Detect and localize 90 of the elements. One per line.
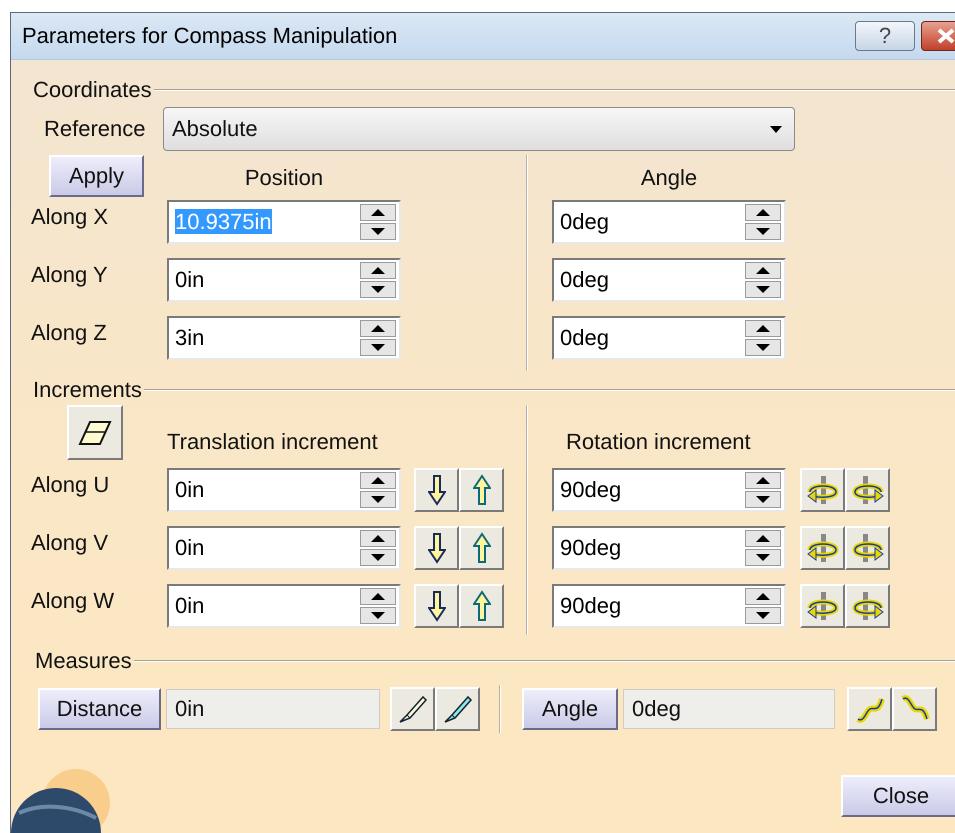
rotate-right-icon <box>850 532 884 564</box>
spin-up-button[interactable] <box>745 588 781 605</box>
up-arrow-icon <box>472 474 490 506</box>
rotate-right-icon <box>850 590 884 622</box>
rotate-right-button[interactable] <box>845 526 890 570</box>
angle-measure-button[interactable] <box>892 687 937 731</box>
rotate-left-button[interactable] <box>800 584 845 628</box>
spin-up-button[interactable] <box>745 530 781 547</box>
row-label: Along X <box>30 203 110 230</box>
spin-up-button[interactable] <box>360 588 396 605</box>
clear-button[interactable] <box>67 405 123 460</box>
distance-button[interactable]: Distance <box>38 688 161 730</box>
step-down-button[interactable] <box>414 584 459 628</box>
close-icon <box>936 28 955 44</box>
rotate-left-button[interactable] <box>800 468 845 512</box>
input-field[interactable]: 0deg <box>552 258 786 302</box>
field-label: Reference <box>44 116 147 142</box>
input-field[interactable]: 0deg <box>552 200 786 244</box>
spin-up-button[interactable] <box>745 262 781 279</box>
rotate-left-icon <box>806 474 840 506</box>
spin-down-button[interactable] <box>360 339 396 356</box>
row-label: Along U <box>30 471 110 498</box>
measure-button[interactable] <box>435 687 480 731</box>
step-up-button[interactable] <box>459 584 504 628</box>
angle-measure-button[interactable] <box>847 687 892 731</box>
section-heading: Measures <box>35 648 132 674</box>
input-field[interactable]: 0in <box>167 584 401 628</box>
spin-up-button[interactable] <box>360 472 396 489</box>
close-button[interactable]: Close <box>841 775 955 817</box>
column-heading: Translation increment <box>167 428 379 454</box>
down-arrow-icon <box>428 590 446 622</box>
spin-down-button[interactable] <box>745 491 781 508</box>
spin-up-button[interactable] <box>745 472 781 489</box>
spin-up-button[interactable] <box>360 204 396 221</box>
spin-down-button[interactable] <box>745 549 781 566</box>
input-field[interactable]: 90deg <box>552 526 786 570</box>
angle-field: 0deg <box>623 689 835 729</box>
section-heading: Coordinates <box>33 77 152 103</box>
input-field[interactable]: 0in <box>167 526 401 570</box>
down-arrow-icon <box>428 474 446 506</box>
spin-down-button[interactable] <box>360 223 396 240</box>
step-down-button[interactable] <box>414 526 459 570</box>
reference-dropdown[interactable]: Absolute <box>163 107 795 151</box>
spin-down-button[interactable] <box>360 549 396 566</box>
section-heading: Increments <box>33 377 142 403</box>
spin-up-button[interactable] <box>360 320 396 337</box>
input-field[interactable]: 3in <box>167 316 401 360</box>
step-down-button[interactable] <box>414 468 459 512</box>
measure-button[interactable] <box>390 687 435 731</box>
spin-down-button[interactable] <box>360 491 396 508</box>
rotate-right-icon <box>850 474 884 506</box>
window-title: Parameters for Compass Manipulation <box>22 23 398 49</box>
rotate-left-icon <box>806 532 840 564</box>
input-field[interactable]: 0in <box>167 468 401 512</box>
spin-down-button[interactable] <box>360 281 396 298</box>
spin-down-button[interactable] <box>360 607 396 624</box>
input-field[interactable]: 0deg <box>552 316 786 360</box>
rotate-right-button[interactable] <box>845 468 890 512</box>
input-field[interactable]: 0in <box>167 258 401 302</box>
input-field[interactable]: 90deg <box>552 468 786 512</box>
step-up-button[interactable] <box>459 468 504 512</box>
input-field[interactable]: 90deg <box>552 584 786 628</box>
spin-up-button[interactable] <box>745 320 781 337</box>
spin-down-button[interactable] <box>745 223 781 240</box>
apply-button[interactable]: Apply <box>49 155 144 197</box>
up-arrow-icon <box>472 532 490 564</box>
row-label: Along Z <box>30 319 108 346</box>
measure-tool-icon <box>396 693 428 725</box>
row-label: Along Y <box>30 261 109 288</box>
angle-button[interactable]: Angle <box>522 688 618 730</box>
step-up-button[interactable] <box>459 526 504 570</box>
spin-up-button[interactable] <box>360 530 396 547</box>
column-heading: Rotation increment <box>565 428 752 454</box>
spin-down-button[interactable] <box>745 281 781 298</box>
column-heading: Position <box>244 164 324 190</box>
row-label: Along V <box>30 529 110 556</box>
distance-field: 0in <box>166 689 380 729</box>
rotate-left-button[interactable] <box>800 526 845 570</box>
column-heading: Angle <box>640 164 698 190</box>
spin-up-button[interactable] <box>745 204 781 221</box>
row-label: Along W <box>30 587 116 614</box>
up-arrow-icon <box>472 590 490 622</box>
rotate-right-button[interactable] <box>845 584 890 628</box>
down-arrow-icon <box>428 532 446 564</box>
spin-down-button[interactable] <box>745 339 781 356</box>
measure-tool-icon <box>442 693 474 725</box>
spin-up-button[interactable] <box>360 262 396 279</box>
rotate-left-icon <box>806 590 840 622</box>
spin-down-button[interactable] <box>745 607 781 624</box>
help-button[interactable]: ? <box>855 21 915 51</box>
